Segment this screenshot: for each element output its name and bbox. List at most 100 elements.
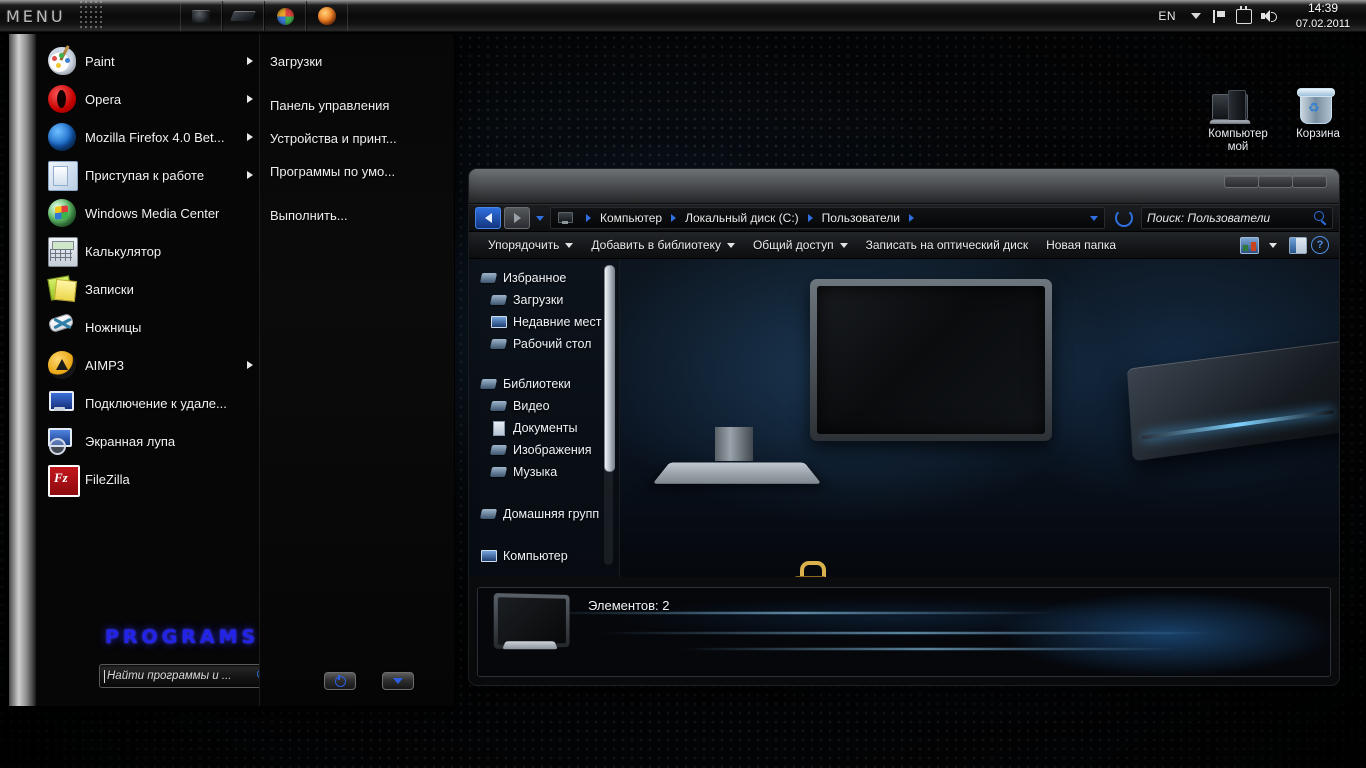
file-list-view[interactable]: PAPA Общие	[619, 259, 1339, 577]
start-item-magnifier[interactable]: Экранная лупа	[37, 422, 259, 460]
address-bar[interactable]: Компьютер Локальный диск (C:) Пользовате…	[469, 204, 1339, 232]
start-item-remote-desktop[interactable]: Подключение к удале...	[37, 384, 259, 422]
nav-item-downloads[interactable]: Загрузки	[469, 289, 619, 311]
nav-item-music[interactable]: Музыка	[469, 461, 619, 483]
nav-item-documents[interactable]: Документы	[469, 417, 619, 439]
chevron-up-icon[interactable]	[1184, 1, 1208, 31]
taskbar-media-player-button[interactable]	[264, 1, 306, 31]
start-item-calculator[interactable]: Калькулятор	[37, 232, 259, 270]
views-icon[interactable]	[1240, 236, 1259, 254]
calculator-icon	[47, 236, 78, 267]
desktop-icon-my-computer[interactable]: Компьютер мой	[1198, 88, 1278, 154]
power-buttons[interactable]	[324, 672, 414, 690]
nav-item-favorites[interactable]: Избранное	[469, 267, 619, 289]
organize-button[interactable]: Упорядочить	[479, 234, 582, 256]
start-item-sticky-notes[interactable]: Записки	[37, 270, 259, 308]
breadcrumb-dropdown-icon[interactable]	[1090, 215, 1098, 221]
volume-icon[interactable]	[1256, 1, 1280, 31]
start-item-paint[interactable]: Paint	[37, 42, 259, 80]
back-button[interactable]	[475, 207, 501, 229]
burn-to-disc-button[interactable]: Записать на оптический диск	[857, 234, 1038, 256]
close-button[interactable]	[1292, 175, 1327, 188]
navigation-scrollbar[interactable]	[604, 265, 615, 565]
desktop-icon-recycle-bin[interactable]: ♻ Корзина	[1278, 88, 1358, 141]
start-search-placeholder: Найти программы и ...	[107, 670, 232, 682]
refresh-icon[interactable]	[1115, 209, 1133, 227]
computer-icon	[481, 549, 497, 563]
submenu-arrow-icon	[247, 95, 253, 103]
taskbar-explorer-button[interactable]	[180, 1, 222, 31]
add-to-library-button[interactable]: Добавить в библиотеку	[582, 234, 744, 256]
breadcrumb-item-users[interactable]: Пользователи	[822, 211, 900, 225]
nav-item-computer[interactable]: Компьютер	[469, 545, 619, 567]
start-item-getting-started[interactable]: Приступая к работе	[37, 156, 259, 194]
explorer-search-input[interactable]: Поиск: Пользователи	[1141, 207, 1333, 229]
favorites-icon	[479, 271, 498, 285]
start-place-control-panel[interactable]: Панель управления	[260, 92, 454, 119]
nav-item-video[interactable]: Видео	[469, 395, 619, 417]
taskbar-firefox-button[interactable]	[306, 1, 348, 31]
window-title-bar[interactable]	[469, 169, 1339, 204]
start-item-aimp3[interactable]: AIMP3	[37, 346, 259, 384]
system-tray[interactable]: EN 14:39 07.02.2011	[1150, 0, 1366, 32]
quick-launch-bar[interactable]	[180, 0, 348, 32]
chevron-down-icon	[839, 242, 848, 248]
explorer-window[interactable]: Компьютер Локальный диск (C:) Пользовате…	[468, 168, 1340, 686]
scrollbar-thumb[interactable]	[604, 265, 615, 472]
submenu-arrow-icon	[247, 133, 253, 141]
start-menu-places-list[interactable]: Загрузки Панель управления Устройства и …	[259, 34, 454, 706]
share-with-button[interactable]: Общий доступ	[744, 234, 857, 256]
maximize-button[interactable]	[1258, 175, 1293, 188]
start-place-downloads[interactable]: Загрузки	[260, 48, 454, 75]
libraries-icon	[479, 377, 498, 391]
clock[interactable]: 14:39 07.02.2011	[1280, 1, 1362, 32]
shutdown-button[interactable]	[324, 672, 356, 690]
clock-time: 14:39	[1307, 0, 1339, 15]
start-menu-search-input[interactable]: Найти программы и ...	[99, 664, 275, 688]
video-library-icon	[489, 399, 508, 413]
breadcrumb[interactable]: Компьютер Локальный диск (C:) Пользовате…	[550, 207, 1105, 229]
nav-item-pictures[interactable]: Изображения	[469, 439, 619, 461]
preview-pane-icon[interactable]	[1289, 236, 1307, 254]
nav-item-desktop[interactable]: Рабочий стол	[469, 333, 619, 355]
flag-icon[interactable]	[1208, 1, 1232, 31]
chevron-down-icon[interactable]	[1269, 242, 1277, 248]
search-icon	[1313, 211, 1327, 225]
start-item-media-center[interactable]: Windows Media Center	[37, 194, 259, 232]
language-indicator[interactable]: EN	[1150, 9, 1184, 23]
nav-item-libraries[interactable]: Библиотеки	[469, 373, 619, 395]
breadcrumb-item-computer[interactable]: Компьютер	[600, 211, 662, 225]
start-item-firefox[interactable]: Mozilla Firefox 4.0 Bet...	[37, 118, 259, 156]
explorer-body: Избранное Загрузки Недавние мест Рабочий…	[469, 259, 1339, 577]
navigation-pane[interactable]: Избранное Загрузки Недавние мест Рабочий…	[469, 259, 619, 577]
start-menu[interactable]: Paint Opera Mozilla Firefox 4.0 Bet... П…	[8, 33, 455, 707]
start-menu-programs-list[interactable]: Paint Opera Mozilla Firefox 4.0 Bet... П…	[37, 34, 275, 706]
start-item-filezilla[interactable]: FileZilla	[37, 460, 259, 498]
help-icon[interactable]: ?	[1311, 236, 1329, 254]
start-item-snipping-tool[interactable]: Ножницы	[37, 308, 259, 346]
taskbar[interactable]: MENU EN 14:39 07.02.2011	[0, 0, 1366, 33]
filezilla-icon	[47, 464, 80, 497]
locked-folder-icon[interactable]	[792, 561, 826, 577]
breadcrumb-separator-icon	[909, 214, 914, 222]
start-place-run[interactable]: Выполнить...	[260, 202, 454, 229]
network-icon[interactable]	[1232, 1, 1256, 31]
nav-item-recent-places[interactable]: Недавние мест	[469, 311, 619, 333]
submenu-arrow-icon	[247, 361, 253, 369]
chevron-down-icon	[565, 242, 574, 248]
command-toolbar[interactable]: Упорядочить Добавить в библиотеку Общий …	[469, 232, 1339, 259]
start-item-opera[interactable]: Opera	[37, 80, 259, 118]
start-menu-button[interactable]: MENU	[0, 0, 78, 32]
taskbar-drive-button[interactable]	[222, 1, 264, 31]
forward-button[interactable]	[504, 207, 530, 229]
start-place-default-programs[interactable]: Программы по умо...	[260, 158, 454, 185]
breadcrumb-item-local-disk[interactable]: Локальный диск (C:)	[685, 211, 799, 225]
nav-item-homegroup[interactable]: Домашняя групп	[469, 503, 619, 525]
remote-desktop-icon	[47, 388, 77, 418]
start-place-devices-printers[interactable]: Устройства и принт...	[260, 125, 454, 152]
window-controls[interactable]	[1224, 175, 1327, 188]
minimize-button[interactable]	[1224, 175, 1259, 188]
new-folder-button[interactable]: Новая папка	[1037, 234, 1125, 256]
recent-locations-icon[interactable]	[536, 215, 544, 221]
shutdown-options-button[interactable]	[382, 672, 414, 690]
